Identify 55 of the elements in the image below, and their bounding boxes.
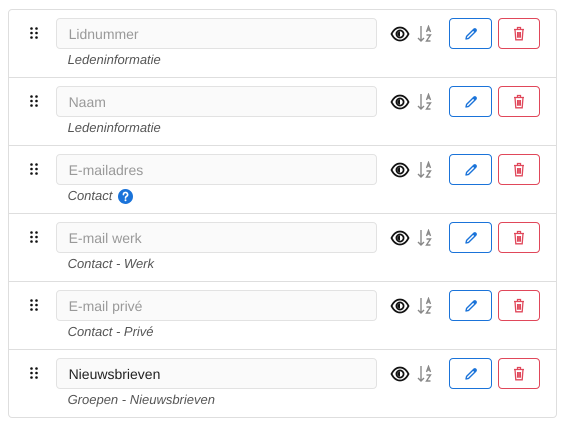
pencil-icon [464,26,478,40]
category-label: Contact [68,187,112,206]
sort-icon[interactable] [417,364,434,382]
edit-button[interactable] [449,222,492,253]
pencil-icon [464,230,478,244]
category-label: Contact - Privé [68,323,154,342]
trash-icon [513,162,525,177]
edit-button[interactable] [449,290,492,321]
drag-handle-icon[interactable] [30,163,38,175]
sort-icon[interactable] [417,160,434,178]
edit-button[interactable] [449,154,492,185]
input-field[interactable]: E-mailadres [56,154,377,185]
eye-icon[interactable] [390,298,410,314]
eye-icon[interactable] [390,26,410,42]
sort-icon[interactable] [417,92,434,110]
pencil-icon [464,298,478,312]
eye-icon[interactable] [390,94,410,110]
help-icon[interactable] [118,188,134,204]
category-label: Groepen - Nieuwsbrieven [68,391,215,410]
delete-button[interactable] [498,18,540,49]
eye-icon[interactable] [390,366,410,382]
edit-button[interactable] [449,86,492,117]
sort-icon[interactable] [417,228,434,246]
trash-icon [513,26,525,41]
drag-handle-icon[interactable] [30,299,38,311]
input-field[interactable]: Nieuwsbrieven [56,358,377,389]
sort-icon[interactable] [417,24,434,42]
delete-button[interactable] [498,154,540,185]
category-label: Ledeninformatie [68,119,161,138]
pencil-icon [464,366,478,380]
drag-handle-icon[interactable] [30,367,38,379]
category-label: Ledeninformatie [68,51,161,70]
drag-handle-icon[interactable] [30,231,38,243]
input-field[interactable]: E-mail werk [56,222,377,253]
pencil-icon [464,162,478,176]
eye-icon[interactable] [390,230,410,246]
delete-button[interactable] [498,290,540,321]
sort-icon[interactable] [417,296,434,314]
input-field[interactable]: Lidnummer [56,18,377,49]
drag-handle-icon[interactable] [30,95,38,107]
trash-icon [513,298,525,313]
trash-icon [513,366,525,381]
eye-icon[interactable] [390,162,410,178]
delete-button[interactable] [498,86,540,117]
trash-icon [513,230,525,245]
delete-button[interactable] [498,358,540,389]
drag-handle-icon[interactable] [30,27,38,39]
delete-button[interactable] [498,222,540,253]
pencil-icon [464,94,478,108]
edit-button[interactable] [449,358,492,389]
input-field[interactable]: Naam [56,86,377,117]
category-label: Contact - Werk [68,255,154,274]
edit-button[interactable] [449,18,492,49]
trash-icon [513,94,525,109]
input-field[interactable]: E-mail privé [56,290,377,321]
